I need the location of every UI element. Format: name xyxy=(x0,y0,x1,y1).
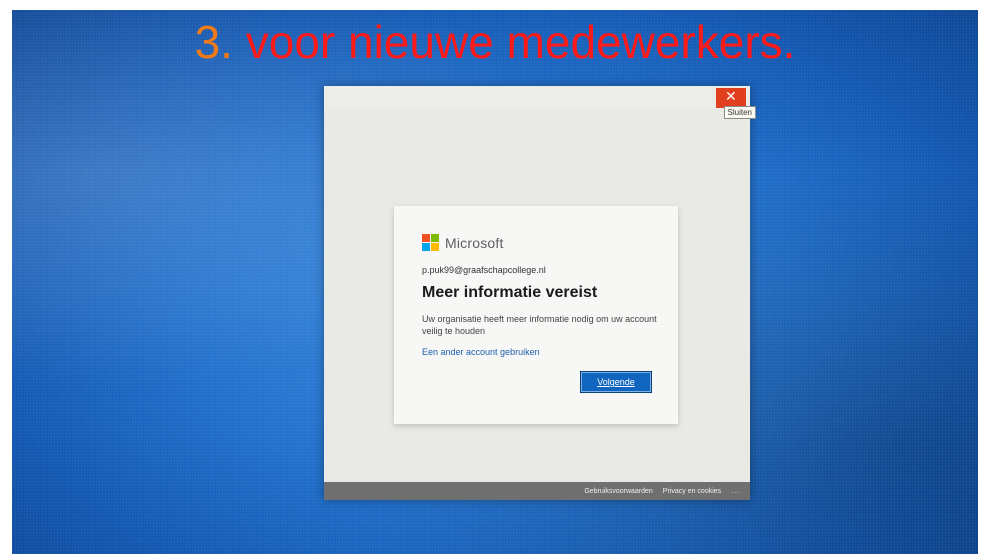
microsoft-logo-icon xyxy=(422,234,439,251)
description-text: Uw organisatie heeft meer informatie nod… xyxy=(422,314,657,336)
signin-window: ✕ Sluiten Microsoft p.puk99@graafschapco… xyxy=(324,86,756,500)
brand-name: Microsoft xyxy=(445,234,504,251)
window-titlebar: ✕ Sluiten xyxy=(324,86,756,119)
more-options-button[interactable]: ... xyxy=(731,488,740,495)
terms-link[interactable]: Gebruiksvoorwaarden xyxy=(584,488,652,495)
privacy-link[interactable]: Privacy en cookies xyxy=(663,488,721,495)
caption-step-number: 3. xyxy=(194,16,233,68)
caption-text: voor nieuwe medewerkers. xyxy=(245,16,796,68)
page-title: Meer informatie vereist xyxy=(422,284,598,301)
close-icon: ✕ xyxy=(725,89,737,105)
signin-card: Microsoft p.puk99@graafschapcollege.nl M… xyxy=(394,206,678,424)
use-other-account-link[interactable]: Een ander account gebruiken xyxy=(422,347,540,357)
window-footer: Gebruiksvoorwaarden Privacy en cookies .… xyxy=(324,482,750,500)
brand: Microsoft xyxy=(422,234,504,251)
close-button[interactable]: ✕ Sluiten xyxy=(716,88,756,119)
account-email: p.puk99@graafschapcollege.nl xyxy=(422,265,546,275)
slide-caption: 3. voor nieuwe medewerkers. xyxy=(0,14,990,70)
next-button[interactable]: Volgende xyxy=(580,371,652,393)
close-tooltip: Sluiten xyxy=(723,106,756,119)
desktop-screen: ✕ Sluiten Microsoft p.puk99@graafschapco… xyxy=(12,10,978,554)
